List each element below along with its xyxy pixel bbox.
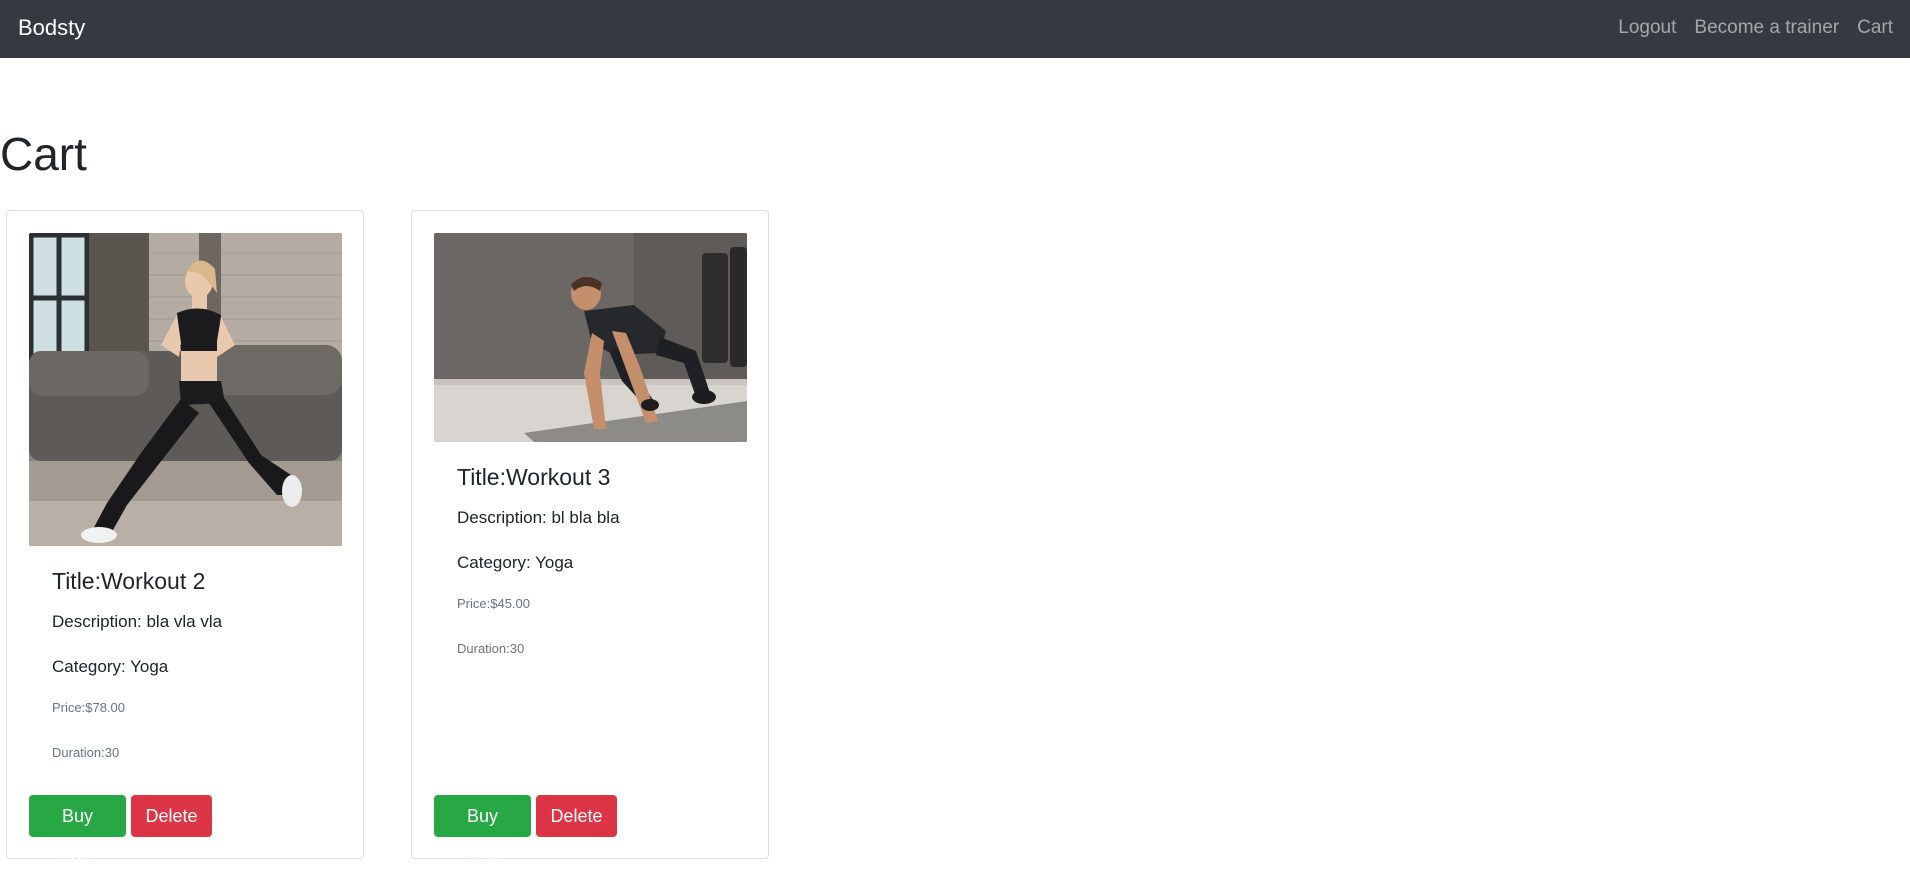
card-actions: Buy now Delete: [434, 795, 617, 868]
nav-logout-link[interactable]: Logout: [1618, 17, 1676, 39]
card-actions: Buy now Delete: [29, 795, 212, 868]
workout-duration: Duration:30: [52, 745, 120, 760]
card-body: Title:Workout 3 Description: bl bla bla …: [457, 463, 748, 685]
card-body: Title:Workout 2 Description: bla vla vla…: [52, 567, 343, 789]
navbar: Bodsty Logout Become a trainer Cart: [0, 0, 1910, 58]
buy-now-button[interactable]: Buy now: [29, 795, 126, 868]
buy-now-button[interactable]: Buy now: [434, 795, 531, 868]
workout-duration: Duration:30: [457, 641, 525, 656]
workout-price: Price:$78.00: [52, 700, 125, 715]
workout-title: Title:Workout 2: [52, 568, 206, 594]
man-mountain-climber-photo: [434, 233, 747, 442]
workout-description: Description: bla vla vla: [52, 612, 223, 631]
nav-become-trainer-link[interactable]: Become a trainer: [1694, 17, 1839, 39]
delete-button[interactable]: Delete: [131, 795, 212, 837]
workout-image: [434, 233, 747, 442]
nav-cart-link[interactable]: Cart: [1857, 17, 1893, 39]
cart-item-card: Title:Workout 3 Description: bl bla bla …: [411, 210, 769, 868]
cart-item-card: Title:Workout 2 Description: bla vla vla…: [6, 210, 364, 868]
workout-description: Description: bl bla bla: [457, 508, 620, 527]
workout-category: Category: Yoga: [457, 553, 574, 572]
woman-lunge-photo: [29, 233, 342, 546]
nav-links: Logout Become a trainer Cart: [1618, 17, 1893, 39]
workout-image: [29, 233, 342, 546]
workout-category: Category: Yoga: [52, 657, 169, 676]
workout-price: Price:$45.00: [457, 596, 530, 611]
brand-link[interactable]: Bodsty: [18, 15, 85, 41]
page-title: Cart: [0, 128, 87, 180]
delete-button[interactable]: Delete: [536, 795, 617, 837]
workout-title: Title:Workout 3: [457, 464, 611, 490]
